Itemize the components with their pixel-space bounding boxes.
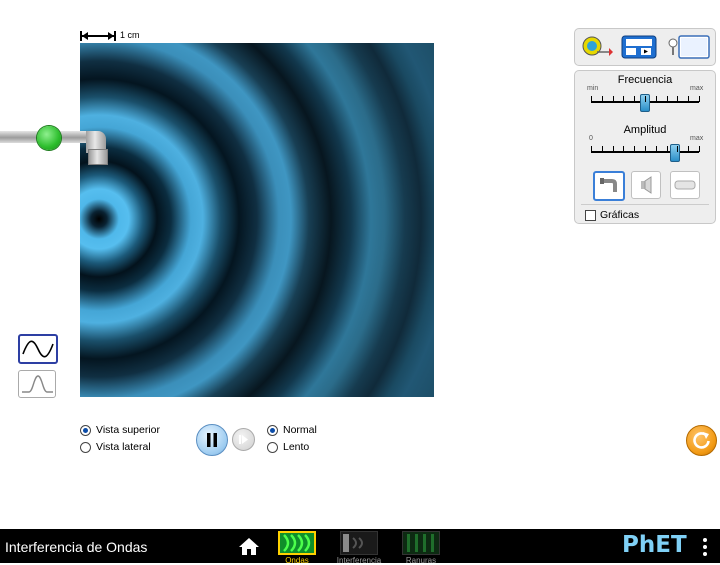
wave-meter-icon[interactable]: [665, 33, 711, 61]
faucet-drip-button[interactable]: [37, 126, 61, 150]
side-view-radio[interactable]: Vista lateral: [80, 441, 151, 453]
reset-all-button[interactable]: [686, 425, 717, 456]
frequency-min-label: min: [587, 85, 599, 92]
top-view-radio-dot[interactable]: [80, 424, 91, 436]
graphs-checkbox[interactable]: [585, 209, 596, 221]
scale-label: 1 cm: [120, 30, 140, 40]
laser-icon: [674, 180, 696, 190]
frequency-slider-tick: [645, 96, 646, 102]
measuring-tape-icon[interactable]: [581, 35, 615, 59]
normal-speed-radio[interactable]: Normal: [267, 424, 317, 436]
top-view-radio[interactable]: Vista superior: [80, 424, 160, 436]
pause-icon: [207, 433, 217, 447]
water-source-button[interactable]: [593, 171, 625, 201]
amplitude-slider-tick: [655, 146, 657, 152]
amplitude-slider-tick: [601, 146, 603, 152]
side-view-radio-dot[interactable]: [80, 441, 91, 453]
control-panel: Frecuencia min max Amplitud 0 max Gráfic…: [574, 70, 716, 224]
faucet-spout: [88, 149, 108, 165]
slow-speed-radio[interactable]: Lento: [267, 441, 309, 453]
amplitude-slider-tick: [634, 146, 636, 152]
frequency-slider-tick: [699, 96, 700, 102]
frequency-slider-tick: [688, 96, 690, 102]
normal-speed-label: Normal: [283, 424, 317, 436]
graphs-checkbox-label: Gráficas: [600, 209, 640, 221]
sim-title: Interferencia de Ondas: [5, 539, 148, 555]
phet-logo[interactable]: PhET: [622, 532, 687, 560]
frequency-slider-tick: [612, 96, 614, 102]
amplitude-slider-tick: [623, 146, 625, 152]
amplitude-slider-tick: [688, 146, 690, 152]
frequency-slider-tick: [666, 96, 668, 102]
frequency-slider-tick: [601, 96, 603, 102]
interference-screen-icon: [343, 534, 363, 552]
slow-speed-radio-dot[interactable]: [267, 441, 278, 453]
screen-waves-label: Ondas: [285, 556, 309, 565]
speaker-icon: [641, 176, 652, 194]
screen-interference-button[interactable]: [340, 531, 378, 555]
screen-interference-label: Interferencia: [336, 556, 382, 565]
pulse-wave-icon: [22, 375, 53, 393]
reset-icon: [693, 432, 710, 449]
pulse-wave-button[interactable]: [18, 370, 56, 398]
frequency-slider-tick: [634, 96, 636, 102]
frequency-slider-tick: [623, 96, 625, 102]
screen-slits-label: Ranuras: [405, 556, 437, 565]
continuous-wave-button[interactable]: [18, 334, 58, 364]
toolbox: [574, 28, 716, 66]
phet-logo-text: PhET: [622, 532, 687, 558]
amplitude-slider-tick: [591, 146, 592, 152]
amplitude-max-label: max: [690, 135, 704, 142]
amplitude-slider-tick: [612, 146, 614, 152]
light-source-button[interactable]: [670, 171, 700, 199]
wave-area: [80, 43, 434, 397]
play-pause-button[interactable]: [196, 424, 228, 456]
faucet-icon: [600, 178, 617, 192]
screen-slits-button[interactable]: [402, 531, 440, 555]
amplitude-slider-thumb[interactable]: [670, 144, 681, 162]
sound-source-button[interactable]: [631, 171, 661, 199]
navigation-bar: Interferencia de Ondas Ondas Interferenc…: [0, 529, 720, 565]
frequency-max-label: max: [690, 85, 704, 92]
frequency-slider-tick: [591, 96, 592, 102]
slits-screen-icon: [407, 534, 434, 552]
amplitude-slider-tick: [677, 146, 679, 152]
menu-icon[interactable]: [701, 537, 709, 557]
home-icon[interactable]: [238, 537, 260, 556]
screen-waves-button[interactable]: [278, 531, 316, 555]
slow-speed-label: Lento: [283, 441, 310, 453]
scale-indicator: 1 cm: [80, 29, 160, 43]
step-forward-icon: [239, 435, 248, 444]
graphs-checkbox-row[interactable]: Gráficas: [585, 209, 639, 221]
amplitude-slider-tick: [666, 146, 668, 152]
frequency-slider-tick: [655, 96, 657, 102]
waves-screen-icon: [283, 534, 311, 552]
sine-wave-icon: [22, 340, 54, 358]
amplitude-slider-tick: [645, 146, 646, 152]
top-view-label: Vista superior: [96, 424, 161, 436]
frequency-slider-tick: [677, 96, 679, 102]
panel-divider: [581, 204, 709, 205]
side-view-label: Vista lateral: [96, 441, 151, 453]
amplitude-min-label: 0: [589, 135, 593, 142]
amplitude-slider-tick: [699, 146, 700, 152]
normal-speed-radio-dot[interactable]: [267, 424, 278, 436]
stopwatch-icon[interactable]: [621, 35, 657, 59]
step-forward-button[interactable]: [232, 428, 255, 451]
